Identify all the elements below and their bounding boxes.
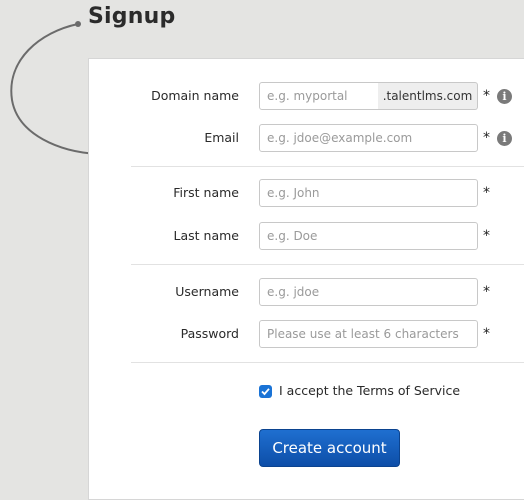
checkmark-icon — [261, 388, 270, 396]
domain-suffix: .talentlms.com — [378, 82, 478, 110]
terms-checkbox[interactable] — [259, 385, 272, 398]
signup-form: Domain name .talentlms.com * i Email * i… — [88, 58, 524, 500]
domain-input[interactable] — [259, 82, 379, 110]
required-mark: * — [483, 185, 490, 201]
email-label: Email — [204, 130, 239, 145]
domain-row: Domain name .talentlms.com * i — [89, 82, 524, 110]
password-label: Password — [180, 326, 239, 341]
password-input[interactable] — [259, 320, 478, 348]
first-name-label: First name — [173, 185, 239, 200]
last-name-input[interactable] — [259, 222, 478, 250]
domain-label: Domain name — [151, 88, 239, 103]
first-name-row: First name * — [89, 179, 524, 207]
username-label: Username — [175, 284, 239, 299]
required-mark: * — [483, 326, 490, 342]
required-mark: * — [483, 88, 490, 104]
username-input[interactable] — [259, 278, 478, 306]
username-row: Username * — [89, 278, 524, 306]
email-row: Email * i — [89, 124, 524, 152]
terms-label[interactable]: I accept the Terms of Service — [279, 381, 460, 401]
info-icon[interactable]: i — [497, 89, 512, 104]
required-mark: * — [483, 284, 490, 300]
required-mark: * — [483, 228, 490, 244]
section-divider — [131, 264, 524, 265]
last-name-label: Last name — [173, 228, 239, 243]
section-divider — [131, 166, 524, 167]
last-name-row: Last name * — [89, 222, 524, 250]
password-row: Password * — [89, 320, 524, 348]
required-mark: * — [483, 130, 490, 146]
create-account-button[interactable]: Create account — [259, 429, 400, 467]
section-divider — [131, 362, 524, 363]
info-icon[interactable]: i — [497, 131, 512, 146]
first-name-input[interactable] — [259, 179, 478, 207]
email-field[interactable] — [259, 124, 478, 152]
